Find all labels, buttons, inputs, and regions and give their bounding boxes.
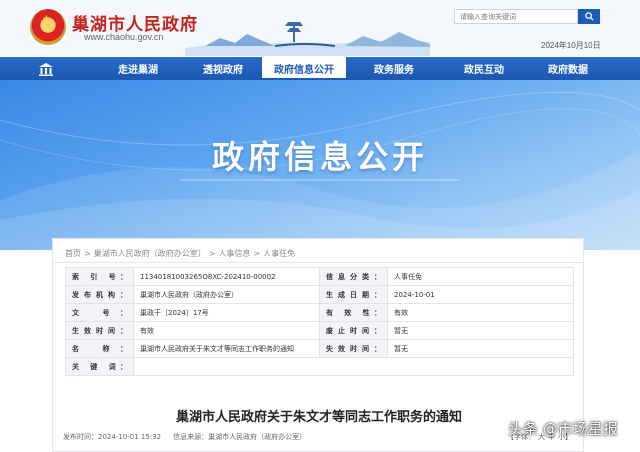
search-input[interactable] <box>454 9 578 24</box>
breadcrumb-government-office[interactable]: 巢湖市人民政府（政府办公室） <box>94 249 206 258</box>
watermark: 头条 @市场星报 <box>508 420 618 438</box>
nav-item-toushi-zhengfu[interactable]: 透视政府 <box>184 57 262 80</box>
validity-value: 有效 <box>387 303 574 322</box>
index-number-value: 11340181003265O8XC-202410-00002 <box>133 267 320 286</box>
document-meta: 发布时间：2024-10-01 15:32 信息来源：巢湖市人民政府（政府办公室） <box>63 432 306 442</box>
table-row: 名 称： 巢湖市人民政府关于朱文才等同志工作职务的通知 失效时间： 暂无 <box>65 339 574 358</box>
index-number-label: 索 引 号： <box>65 267 134 286</box>
search-button[interactable] <box>578 9 600 24</box>
breadcrumb-separator: > <box>253 249 261 258</box>
nav-item-zhengfu-xinxi-gongkai[interactable]: 政府信息公开 <box>262 57 346 80</box>
divider <box>53 262 583 263</box>
source-label: 信息来源： <box>173 433 209 441</box>
category-label: 信息分类： <box>319 267 388 286</box>
doc-name-label: 名 称： <box>65 339 134 358</box>
doc-name-value: 巢湖市人民政府关于朱文才等同志工作职务的通知 <box>133 339 320 358</box>
search-icon <box>584 12 594 21</box>
current-date: 2024年10月10日 <box>541 41 601 50</box>
source-value: 巢湖市人民政府（政府办公室） <box>208 433 307 441</box>
publish-time-label: 发布时间： <box>63 433 98 441</box>
main-nav: 走进巢湖 透视政府 政府信息公开 政务服务 政民互动 政府数据 <box>0 57 640 80</box>
expiry-time-label: 失效时间： <box>319 339 388 358</box>
breadcrumb-separator: > <box>84 249 91 258</box>
breadcrumb-separator: > <box>208 249 216 258</box>
nav-item-zhengfu-shuju[interactable]: 政府数据 <box>526 57 610 80</box>
breadcrumb-appointments[interactable]: 人事任免 <box>263 249 295 258</box>
table-row: 索 引 号： 11340181003265O8XC-202410-00002 信… <box>65 267 574 286</box>
expiry-time-value: 暂无 <box>387 339 574 358</box>
table-row: 生效时间： 有效 废止时间： 暂无 <box>65 321 574 340</box>
national-emblem-icon: ★ <box>30 9 66 45</box>
repeal-time-label: 废止时间： <box>319 321 388 340</box>
nav-home[interactable] <box>0 57 92 80</box>
publisher-label: 发布机构： <box>65 285 134 304</box>
content-card: 首页 > 巢湖市人民政府（政府办公室） > 人事信息 > 人事任免 索 引 号： 11340… <box>52 238 584 452</box>
effective-time-value: 有效 <box>133 321 320 340</box>
category-value: 人事任免 <box>387 267 574 286</box>
landscape-illustration <box>185 22 430 56</box>
site-header: ★ 巢湖市人民政府 www.chaohu.gov.cn 2024年10月10日 <box>0 0 640 56</box>
nav-item-zoujin-chaohu[interactable]: 走进巢湖 <box>92 57 184 80</box>
nav-item-zhengmin-hudong[interactable]: 政民互动 <box>442 57 526 80</box>
banner-title: 政府信息公开 <box>211 138 428 176</box>
publisher-value: 巢湖市人民政府（政府办公室） <box>133 285 320 304</box>
breadcrumb-home[interactable]: 首页 <box>65 249 81 258</box>
keywords-label: 关 键 词： <box>65 357 134 376</box>
effective-time-label: 生效时间： <box>65 321 134 340</box>
doc-number-value: 巢政干〔2024〕17号 <box>133 303 320 322</box>
created-date-value: 2024-10-01 <box>387 285 574 304</box>
banner: 政府信息公开 <box>0 80 640 250</box>
keywords-value <box>133 357 574 376</box>
table-row: 发布机构： 巢湖市人民政府（政府办公室） 生成日期： 2024-10-01 <box>65 285 574 304</box>
document-info-table: 索 引 号： 11340181003265O8XC-202410-00002 信… <box>65 267 574 376</box>
created-date-label: 生成日期： <box>319 285 388 304</box>
home-icon <box>39 62 53 76</box>
table-row: 关 键 词： <box>65 357 574 376</box>
breadcrumb-personnel-info[interactable]: 人事信息 <box>218 249 250 258</box>
repeal-time-value: 暂无 <box>387 321 574 340</box>
document-title: 巢湖市人民政府关于朱文才等同志工作职务的通知 <box>175 410 462 425</box>
validity-label: 有 效 性： <box>319 303 388 322</box>
table-row: 文 号： 巢政干〔2024〕17号 有 效 性： 有效 <box>65 303 574 322</box>
doc-number-label: 文 号： <box>65 303 134 322</box>
publish-time-value: 2024-10-01 15:32 <box>98 433 162 441</box>
site-url: www.chaohu.gov.cn <box>84 32 164 42</box>
nav-item-zhengwu-fuwu[interactable]: 政务服务 <box>346 57 442 80</box>
breadcrumb: 首页 > 巢湖市人民政府（政府办公室） > 人事信息 > 人事任免 <box>65 248 295 259</box>
